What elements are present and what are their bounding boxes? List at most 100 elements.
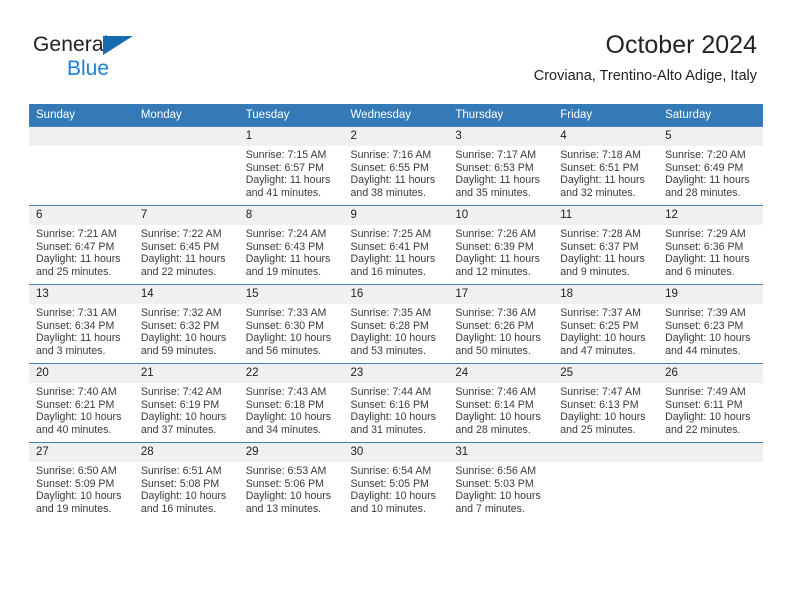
calendar-day-cell[interactable]: 31 Sunrise: 6:56 AM Sunset: 5:03 PM Dayligh… <box>448 442 554 521</box>
daylight-text-line2: and 28 minutes. <box>665 186 741 199</box>
day-number: 3 <box>448 127 554 146</box>
daylight-text-line1: Daylight: 10 hours <box>455 332 541 345</box>
calendar-day-cell[interactable]: 21 Sunrise: 7:42 AM Sunset: 6:19 PM Dayligh… <box>133 363 239 443</box>
sunrise-text: Sunrise: 7:25 AM <box>350 228 432 240</box>
calendar-day-cell[interactable]: 9 Sunrise: 7:25 AM Sunset: 6:41 PM Daylight… <box>343 205 449 285</box>
day-number: 14 <box>133 285 239 304</box>
calendar-day-cell[interactable]: 12 Sunrise: 7:29 AM Sunset: 6:36 PM Dayligh… <box>658 205 763 285</box>
daylight-text-line2: and 53 minutes. <box>350 344 426 357</box>
sunset-text: Sunset: 5:08 PM <box>140 477 220 490</box>
day-number: 10 <box>448 206 554 225</box>
day-number: 7 <box>133 206 239 225</box>
calendar-header-row: Sunday Monday Tuesday Wednesday Thursday… <box>29 104 763 127</box>
calendar-day-cell[interactable]: 2 Sunrise: 7:16 AM Sunset: 6:55 PM Daylight… <box>343 126 449 206</box>
day-number: 4 <box>553 127 659 146</box>
daylight-text-line2: and 34 minutes. <box>245 423 322 436</box>
weekday-header-wednesday: Wednesday <box>343 104 449 127</box>
day-number: 18 <box>553 285 659 304</box>
sunset-text: Sunset: 6:55 PM <box>350 161 429 174</box>
calendar-day-cell[interactable]: 25 Sunrise: 7:47 AM Sunset: 6:13 PM Dayligh… <box>553 363 659 443</box>
sunset-text: Sunset: 6:26 PM <box>455 319 534 332</box>
sunrise-text: Sunrise: 7:28 AM <box>560 228 641 240</box>
sunset-text: Sunset: 6:30 PM <box>245 319 325 332</box>
calendar-day-cell[interactable]: 6 Sunrise: 7:21 AM Sunset: 6:47 PM Daylight… <box>29 205 134 285</box>
sunrise-text: Sunrise: 6:54 AM <box>350 465 432 477</box>
calendar-day-cell[interactable]: 5 Sunrise: 7:20 AM Sunset: 6:49 PM Daylight… <box>658 126 763 206</box>
daylight-text-line2: and 47 minutes. <box>560 344 636 357</box>
day-sun-info: Sunrise: 7:40 AM Sunset: 6:21 PM Daylight:… <box>29 383 134 436</box>
calendar-day-cell[interactable]: 28 Sunrise: 6:51 AM Sunset: 5:08 PM Dayligh… <box>133 442 239 521</box>
calendar-table: Sunday Monday Tuesday Wednesday Thursday… <box>29 104 763 521</box>
daylight-text-line1: Daylight: 11 hours <box>455 253 540 266</box>
day-sun-info: Sunrise: 7:22 AM Sunset: 6:45 PM Daylight:… <box>134 225 239 278</box>
calendar-day-cell[interactable]: 29 Sunrise: 6:53 AM Sunset: 5:06 PM Dayligh… <box>238 442 344 521</box>
calendar-day-cell[interactable]: 4 Sunrise: 7:18 AM Sunset: 6:51 PM Daylight… <box>553 126 659 206</box>
calendar-day-cell[interactable]: 27 Sunrise: 6:50 AM Sunset: 5:09 PM Dayligh… <box>29 442 134 521</box>
daylight-text-line1: Daylight: 11 hours <box>245 174 331 187</box>
calendar-day-cell[interactable]: 11 Sunrise: 7:28 AM Sunset: 6:37 PM Dayligh… <box>553 205 659 285</box>
daylight-text-line2: and 7 minutes. <box>455 502 525 515</box>
logo-general-blue: General Blue <box>33 34 253 90</box>
sunrise-text: Sunrise: 7:46 AM <box>455 386 537 398</box>
sunset-text: Sunset: 5:09 PM <box>36 477 115 490</box>
day-sun-info: Sunrise: 7:35 AM Sunset: 6:28 PM Daylight:… <box>344 304 449 357</box>
sunset-text: Sunset: 6:36 PM <box>665 240 744 253</box>
sunset-text: Sunset: 6:39 PM <box>455 240 534 253</box>
sunset-text: Sunset: 6:49 PM <box>665 161 744 174</box>
sunrise-text: Sunrise: 7:22 AM <box>140 228 222 240</box>
daylight-text-line2: and 19 minutes. <box>245 265 322 278</box>
calendar-day-cell[interactable]: 17 Sunrise: 7:36 AM Sunset: 6:26 PM Dayligh… <box>448 284 554 364</box>
day-sun-info: Sunrise: 7:42 AM Sunset: 6:19 PM Daylight:… <box>134 383 239 436</box>
calendar-body: 1 Sunrise: 7:15 AM Sunset: 6:57 PM Daylight… <box>29 126 763 521</box>
day-number: 5 <box>658 127 763 146</box>
weekday-header-thursday: Thursday <box>448 104 554 127</box>
day-number: 24 <box>448 364 554 383</box>
sunrise-text: Sunrise: 7:44 AM <box>350 386 432 398</box>
title-block: October 2024 Croviana, Trentino-Alto Adi… <box>534 30 757 86</box>
calendar-day-cell[interactable]: 13 Sunrise: 7:31 AM Sunset: 6:34 PM Dayligh… <box>29 284 134 364</box>
weekday-header-sunday: Sunday <box>29 104 134 127</box>
day-sun-info: Sunrise: 7:36 AM Sunset: 6:26 PM Daylight:… <box>448 304 553 357</box>
logo-general-text: General <box>33 33 109 56</box>
calendar-day-cell[interactable]: 16 Sunrise: 7:35 AM Sunset: 6:28 PM Dayligh… <box>343 284 449 364</box>
sunrise-text: Sunrise: 7:36 AM <box>455 307 537 319</box>
sunrise-text: Sunrise: 7:26 AM <box>455 228 537 240</box>
calendar-day-cell[interactable]: 10 Sunrise: 7:26 AM Sunset: 6:39 PM Dayligh… <box>448 205 554 285</box>
weekday-header-tuesday: Tuesday <box>238 104 344 127</box>
calendar-day-cell[interactable]: 24 Sunrise: 7:46 AM Sunset: 6:14 PM Dayligh… <box>448 363 554 443</box>
daylight-text-line2: and 28 minutes. <box>455 423 531 436</box>
calendar-day-cell[interactable]: 26 Sunrise: 7:49 AM Sunset: 6:11 PM Dayligh… <box>658 363 763 443</box>
day-number: 6 <box>29 206 134 225</box>
sunrise-text: Sunrise: 7:15 AM <box>245 149 327 161</box>
daylight-text-line1: Daylight: 10 hours <box>350 490 436 503</box>
daylight-text-line1: Daylight: 10 hours <box>245 411 332 424</box>
calendar-day-cell[interactable]: 18 Sunrise: 7:37 AM Sunset: 6:25 PM Dayligh… <box>553 284 659 364</box>
calendar-day-cell[interactable]: 15 Sunrise: 7:33 AM Sunset: 6:30 PM Dayligh… <box>238 284 344 364</box>
daylight-text-line1: Daylight: 10 hours <box>140 490 227 503</box>
calendar-day-cell[interactable]: 20 Sunrise: 7:40 AM Sunset: 6:21 PM Dayligh… <box>29 363 134 443</box>
day-sun-info: Sunrise: 7:37 AM Sunset: 6:25 PM Daylight:… <box>553 304 658 357</box>
daylight-text-line1: Daylight: 11 hours <box>350 174 436 187</box>
logo-blue-text: Blue <box>67 57 110 80</box>
daylight-text-line2: and 10 minutes. <box>350 502 426 515</box>
sunrise-text: Sunrise: 7:32 AM <box>140 307 222 319</box>
daylight-text-line2: and 25 minutes. <box>560 423 636 436</box>
calendar-day-cell[interactable]: 30 Sunrise: 6:54 AM Sunset: 5:05 PM Dayligh… <box>343 442 449 521</box>
calendar-day-cell[interactable]: 1 Sunrise: 7:15 AM Sunset: 6:57 PM Daylight… <box>238 126 344 206</box>
calendar-day-cell[interactable]: 14 Sunrise: 7:32 AM Sunset: 6:32 PM Dayligh… <box>133 284 239 364</box>
day-number: 28 <box>133 443 239 462</box>
daylight-text-line2: and 40 minutes. <box>36 423 112 436</box>
daylight-text-line2: and 38 minutes. <box>350 186 426 199</box>
calendar-week-row: 20 Sunrise: 7:40 AM Sunset: 6:21 PM Dayligh… <box>29 363 763 443</box>
sunrise-text: Sunrise: 7:37 AM <box>560 307 641 319</box>
calendar-day-cell[interactable]: 19 Sunrise: 7:39 AM Sunset: 6:23 PM Dayligh… <box>658 284 763 364</box>
calendar-day-cell[interactable]: 22 Sunrise: 7:43 AM Sunset: 6:18 PM Dayligh… <box>238 363 344 443</box>
calendar-day-cell[interactable]: 8 Sunrise: 7:24 AM Sunset: 6:43 PM Daylight… <box>238 205 344 285</box>
logo-triangle-icon <box>103 36 133 55</box>
day-number: 12 <box>658 206 763 225</box>
calendar-day-cell[interactable]: 23 Sunrise: 7:44 AM Sunset: 6:16 PM Dayligh… <box>343 363 449 443</box>
calendar-day-cell[interactable]: 7 Sunrise: 7:22 AM Sunset: 6:45 PM Daylight… <box>133 205 239 285</box>
page-header: General Blue October 2024 Croviana, Tren… <box>0 0 792 96</box>
daylight-text-line2: and 32 minutes. <box>560 186 636 199</box>
calendar-day-cell[interactable]: 3 Sunrise: 7:17 AM Sunset: 6:53 PM Daylight… <box>448 126 554 206</box>
